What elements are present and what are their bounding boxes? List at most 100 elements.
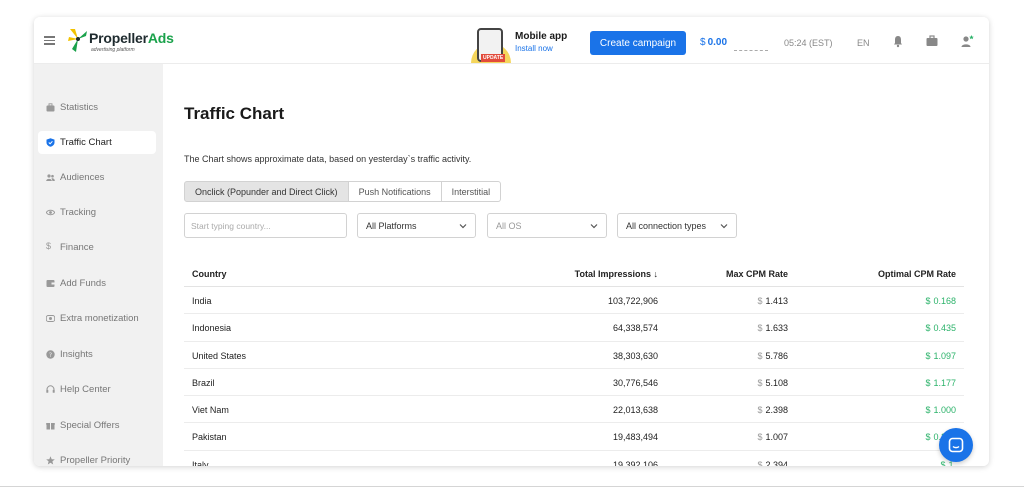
currency-symbol: $ — [757, 432, 763, 443]
country-search-input[interactable] — [184, 213, 347, 238]
star-icon — [46, 456, 55, 465]
sidebar-item-label: Propeller Priority — [60, 455, 131, 466]
traffic-type-tabs: Onclick (Popunder and Direct Click) Push… — [184, 181, 502, 202]
sidebar-item-tracking[interactable]: Tracking — [38, 201, 156, 224]
wallet-icon — [46, 280, 55, 287]
sidebar-item-extra-monetization[interactable]: Extra monetization — [38, 307, 156, 330]
max-cpm-value: 2.394 — [765, 459, 788, 466]
page-description: The Chart shows approximate data, based … — [184, 154, 472, 164]
sidebar-item-label: Insights — [60, 349, 93, 360]
max-cpm-cell: $1.007 — [757, 432, 788, 442]
impressions-cell: 64,338,574 — [612, 323, 658, 334]
max-cpm-cell: $5.786 — [757, 351, 788, 361]
max-cpm-value: 5.108 — [765, 377, 788, 388]
sidebar-item-audiences[interactable]: Audiences — [38, 166, 156, 189]
impressions-cell: 38,303,630 — [612, 350, 658, 361]
tab-push-notifications[interactable]: Push Notifications — [348, 181, 442, 202]
mobile-app-promo[interactable]: UPDATE Mobile app Install now — [471, 25, 581, 65]
chat-icon — [948, 437, 964, 453]
optimal-cpm-value: 1.097 — [933, 350, 956, 361]
create-campaign-button[interactable]: Create campaign — [590, 31, 686, 55]
currency-symbol: $ — [925, 296, 931, 306]
chevron-down-icon — [590, 224, 598, 229]
table-row: Pakistan19,483,494$1.007$0.227 — [184, 423, 964, 451]
sidebar-item-propeller-priority[interactable]: Propeller Priority — [38, 449, 156, 466]
balance-display[interactable]: $0.00 — [700, 37, 727, 48]
sidebar-item-traffic-chart[interactable]: Traffic Chart — [38, 131, 156, 154]
impressions-cell: 22,013,638 — [612, 405, 658, 416]
tab-onclick[interactable]: Onclick (Popunder and Direct Click) — [184, 181, 349, 202]
propellerads-logo[interactable]: PropellerAds advertising platform — [67, 27, 174, 57]
bell-icon[interactable] — [891, 34, 905, 48]
shield-icon — [46, 138, 55, 147]
balance-underline — [734, 50, 768, 51]
help-icon: ? — [46, 350, 55, 359]
max-cpm-value: 1.007 — [765, 432, 788, 443]
dollar-icon: $ — [46, 241, 52, 251]
sidebar-item-special-offers[interactable]: Special Offers — [38, 414, 156, 437]
optimal-cpm-value: 1.000 — [933, 405, 956, 416]
sidebar-item-label: Tracking — [60, 207, 97, 218]
table-row: United States 38,303,630 $5.786 $1.097 — [184, 342, 964, 369]
app-window: PropellerAds advertising platform UPDATE… — [34, 17, 989, 466]
optimal-cpm-value: 1.177 — [933, 377, 956, 388]
country-cell: Brazil — [192, 377, 215, 388]
column-header-optimal-cpm[interactable]: Optimal CPM Rate — [878, 269, 956, 279]
country-cell: Pakistan — [192, 432, 227, 443]
os-select-value: All OS — [496, 220, 522, 231]
top-bar: PropellerAds advertising platform UPDATE… — [34, 17, 989, 64]
sidebar-item-finance[interactable]: $ Finance — [38, 236, 156, 259]
column-header-total-impressions[interactable]: Total Impressions ↓ — [575, 269, 658, 279]
country-cell: Viet Nam — [192, 405, 229, 416]
menu-icon[interactable] — [44, 36, 55, 45]
currency-symbol: $ — [700, 37, 706, 48]
logo-tagline: advertising platform — [91, 47, 135, 53]
optimal-cpm-cell: $0.168 — [925, 296, 956, 306]
chat-button[interactable] — [939, 428, 973, 462]
optimal-cpm-cell: $1.177 — [925, 378, 956, 388]
sidebar-item-help-center[interactable]: Help Center — [38, 378, 156, 401]
os-select[interactable]: All OS — [487, 213, 607, 238]
install-link[interactable]: Install now — [515, 44, 553, 53]
connection-select-value: All connection types — [626, 220, 707, 231]
impressions-cell: 19,392,106 — [612, 459, 658, 466]
gift-icon — [46, 423, 55, 430]
sidebar-item-label: Add Funds — [60, 278, 106, 289]
headset-icon — [46, 385, 55, 393]
briefcase-icon[interactable] — [925, 34, 939, 48]
column-header-max-cpm[interactable]: Max CPM Rate — [726, 269, 788, 279]
sidebar-item-insights[interactable]: ? Insights — [38, 343, 156, 366]
sidebar-item-add-funds[interactable]: Add Funds — [38, 272, 156, 295]
optimal-cpm-cell: $0.435 — [925, 323, 956, 333]
country-cell: United States — [192, 350, 247, 361]
language-switcher[interactable]: EN — [857, 38, 870, 48]
logo-wordmark: PropellerAds — [89, 30, 174, 46]
currency-symbol: $ — [940, 459, 946, 466]
user-icon[interactable] — [960, 34, 974, 48]
optimal-cpm-cell: $1.097 — [925, 351, 956, 361]
table-row: Indonesia 64,338,574 $1.633 $0.435 — [184, 314, 964, 342]
briefcase-icon — [46, 103, 55, 112]
currency-symbol: $ — [925, 350, 931, 361]
coins-icon — [46, 315, 55, 322]
country-cell: Italy — [192, 459, 209, 466]
column-header-country[interactable]: Country — [192, 269, 227, 279]
page-title: Traffic Chart — [184, 104, 285, 123]
promo-title: Mobile app — [515, 31, 568, 42]
table-row: India 103,722,906 $1.413 $0.168 — [184, 287, 964, 315]
sidebar-item-label: Statistics — [60, 102, 99, 113]
sidebar-item-statistics[interactable]: Statistics — [38, 96, 156, 119]
max-cpm-value: 1.413 — [765, 296, 788, 306]
connection-type-select[interactable]: All connection types — [617, 213, 737, 238]
tab-interstitial[interactable]: Interstitial — [441, 181, 502, 202]
main-content: Traffic Chart The Chart shows approximat… — [163, 64, 989, 466]
chevron-down-icon — [459, 224, 467, 229]
optimal-cpm-cell: $1.000 — [925, 405, 956, 415]
max-cpm-cell: $2.398 — [757, 405, 788, 415]
impressions-cell: 30,776,546 — [612, 377, 658, 388]
currency-symbol: $ — [757, 405, 763, 416]
platform-select-value: All Platforms — [366, 220, 417, 231]
sidebar: Statistics Traffic Chart Audiences Track… — [34, 64, 163, 466]
platform-select[interactable]: All Platforms — [357, 213, 476, 238]
sidebar-item-label: Special Offers — [60, 420, 120, 431]
